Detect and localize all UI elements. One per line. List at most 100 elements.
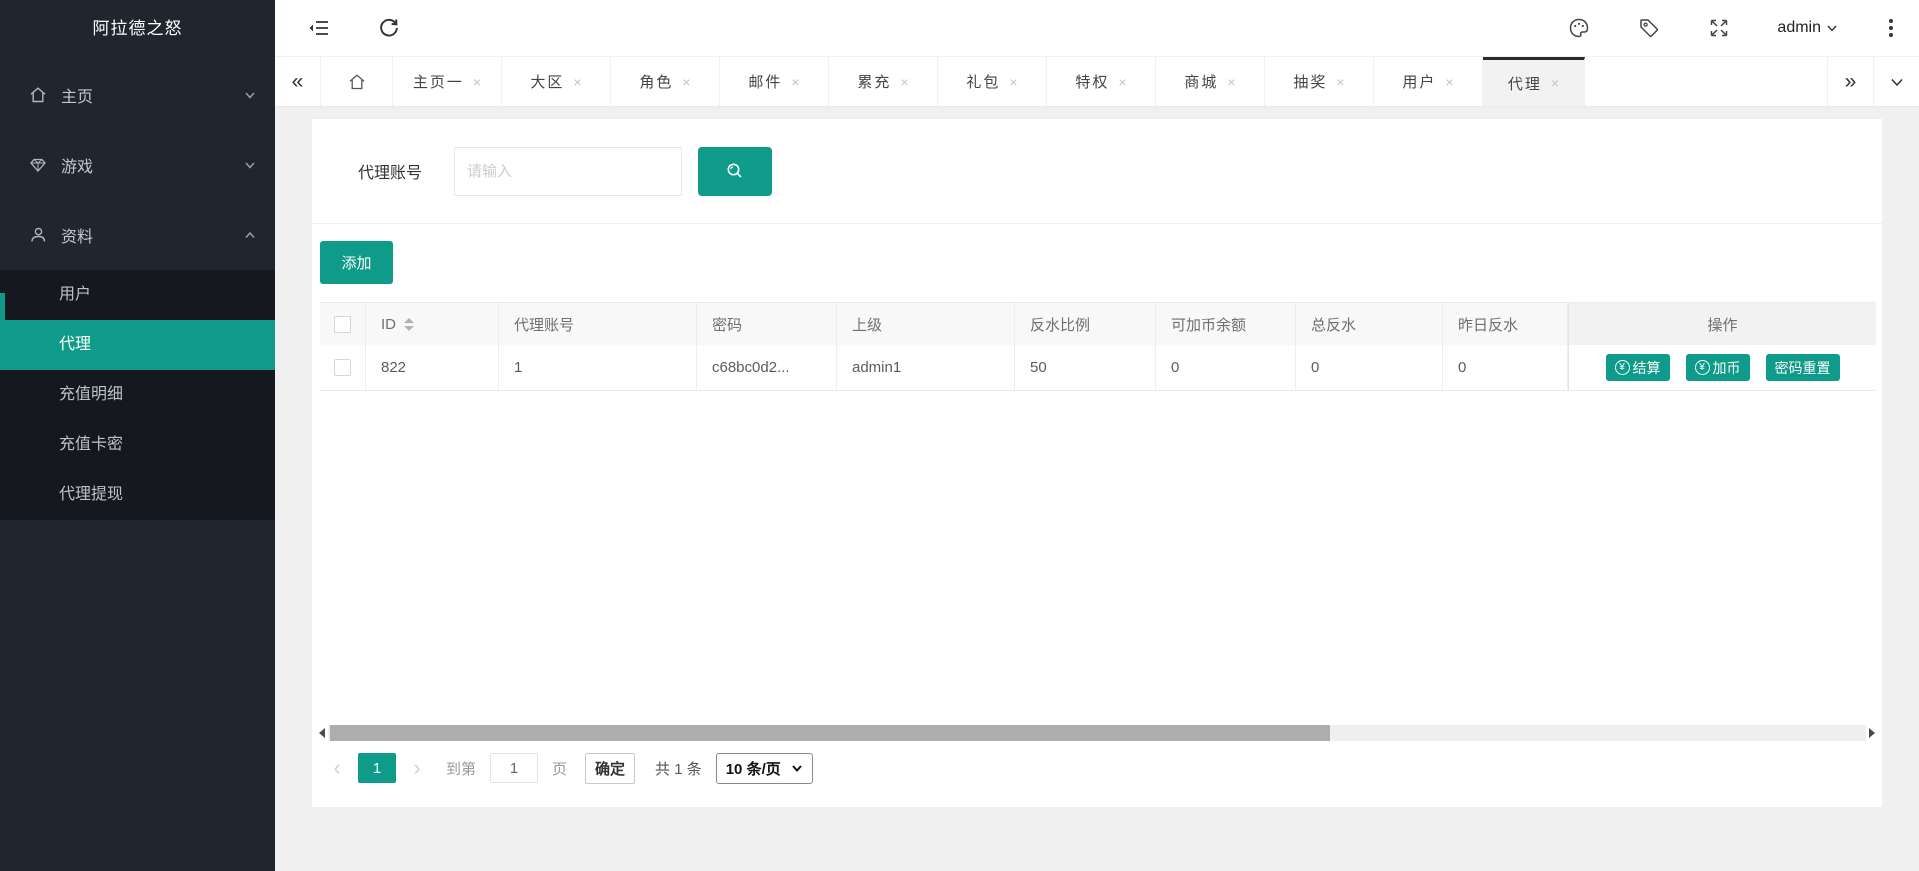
sidebar-item-recharge-card[interactable]: 充值卡密 (0, 420, 275, 470)
tab-home[interactable] (321, 57, 393, 106)
sidebar-item-agent-withdraw[interactable]: 代理提现 (0, 470, 275, 520)
tab-item[interactable]: 累充 × (829, 57, 938, 106)
coin-icon: ¥ (1695, 360, 1710, 375)
confirm-button[interactable]: 确定 (585, 753, 635, 784)
tab-label: 抽奖 (1293, 71, 1327, 92)
tab-item-active[interactable]: 代理 × (1483, 57, 1585, 106)
column-header-id[interactable]: ID (366, 303, 499, 345)
column-header-parent: 上级 (837, 303, 1015, 345)
sidebar-submenu: 用户 代理 充值明细 充值卡密 代理提现 (0, 270, 275, 520)
tabs-collapse-icon[interactable] (1873, 57, 1919, 106)
close-icon[interactable]: × (1118, 74, 1126, 90)
user-menu[interactable]: admin (1777, 19, 1839, 37)
chevron-down-icon (791, 762, 803, 774)
close-icon[interactable]: × (900, 74, 908, 90)
action-label: 密码重置 (1775, 358, 1831, 378)
tab-label: 主页一 (413, 71, 464, 92)
goto-page-input[interactable] (490, 753, 538, 783)
column-label: 密码 (712, 314, 742, 335)
row-checkbox[interactable] (334, 359, 351, 376)
scrollbar-thumb[interactable] (330, 725, 1330, 741)
tag-icon[interactable] (1637, 16, 1661, 40)
close-icon[interactable]: × (1227, 74, 1235, 90)
column-label: 昨日反水 (1458, 314, 1518, 335)
column-header-addable-balance: 可加币余额 (1156, 303, 1296, 345)
close-icon[interactable]: × (1336, 74, 1344, 90)
add-button[interactable]: 添加 (320, 241, 393, 284)
tab-label: 特权 (1075, 71, 1109, 92)
submenu-label: 代理 (59, 336, 91, 353)
column-label: ID (381, 316, 396, 333)
close-icon[interactable]: × (473, 74, 481, 90)
sidebar-item-game[interactable]: 游戏 (0, 130, 275, 200)
chevron-down-icon (243, 88, 257, 102)
tab-label: 礼包 (966, 71, 1000, 92)
sidebar-item-users[interactable]: 用户 (0, 270, 275, 320)
sidebar-scrollbar-thumb[interactable] (0, 293, 5, 329)
close-icon[interactable]: × (1009, 74, 1017, 90)
current-page-button[interactable]: 1 (358, 753, 396, 783)
settle-button[interactable]: ¥ 结算 (1606, 354, 1670, 381)
column-header-actions: 操作 (1568, 303, 1876, 345)
column-header-rebate-ratio: 反水比例 (1015, 303, 1156, 345)
scroll-right-icon[interactable] (1866, 725, 1878, 741)
tabs-scroll-right-icon[interactable]: » (1827, 57, 1873, 106)
scrollbar-track[interactable] (328, 725, 1866, 741)
select-all-checkbox[interactable] (334, 316, 351, 333)
close-icon[interactable]: × (1551, 75, 1559, 91)
chevron-down-icon (1825, 21, 1839, 35)
sort-icon[interactable] (404, 318, 414, 331)
page-size-value: 10 条/页 (726, 758, 781, 779)
close-icon[interactable]: × (1445, 74, 1453, 90)
tab-item[interactable]: 礼包 × (938, 57, 1047, 106)
cell-addable-balance: 0 (1156, 345, 1296, 390)
more-icon[interactable] (1885, 15, 1897, 41)
topbar-left (307, 16, 401, 40)
fullscreen-icon[interactable] (1707, 16, 1731, 40)
palette-icon[interactable] (1567, 16, 1591, 40)
tab-item[interactable]: 特权 × (1047, 57, 1156, 106)
sidebar-item-recharge-detail[interactable]: 充值明细 (0, 370, 275, 420)
close-icon[interactable]: × (791, 74, 799, 90)
page-unit-label: 页 (552, 758, 567, 779)
horizontal-scrollbar (316, 725, 1878, 741)
tab-item[interactable]: 主页一 × (393, 57, 502, 106)
tab-item[interactable]: 邮件 × (720, 57, 829, 106)
tab-label: 角色 (639, 71, 673, 92)
search-button[interactable] (698, 147, 772, 196)
agent-account-input[interactable] (454, 147, 682, 196)
add-coin-button[interactable]: ¥ 加币 (1686, 354, 1750, 381)
column-label: 操作 (1707, 314, 1737, 335)
tab-label: 累充 (857, 71, 891, 92)
content-card: 代理账号 添加 ID 代理账号 密码 (312, 119, 1882, 807)
menu-fold-icon[interactable] (307, 16, 331, 40)
tab-item[interactable]: 商城 × (1156, 57, 1265, 106)
user-icon (28, 225, 48, 245)
home-icon (347, 72, 367, 92)
tab-item[interactable]: 角色 × (611, 57, 720, 106)
cell-id: 822 (366, 345, 499, 390)
tab-item[interactable]: 抽奖 × (1265, 57, 1374, 106)
action-label: 加币 (1713, 358, 1741, 378)
prev-page-icon[interactable]: ‹ (324, 755, 350, 781)
sidebar-item-agent[interactable]: 代理 (0, 320, 275, 370)
table-header-row: ID 代理账号 密码 上级 反水比例 可加币余额 总反水 昨日反水 (320, 303, 1876, 345)
next-page-icon[interactable]: › (404, 755, 430, 781)
cell-account: 1 (499, 345, 697, 390)
tab-item[interactable]: 大区 × (502, 57, 611, 106)
close-icon[interactable]: × (573, 74, 581, 90)
submenu-label: 充值卡密 (59, 436, 123, 453)
tabs-scroll-left-icon[interactable]: « (275, 57, 321, 106)
column-label: 总反水 (1311, 314, 1356, 335)
scroll-left-icon[interactable] (316, 725, 328, 741)
reset-password-button[interactable]: 密码重置 (1766, 354, 1840, 381)
refresh-icon[interactable] (377, 16, 401, 40)
close-icon[interactable]: × (682, 74, 690, 90)
column-label: 上级 (852, 314, 882, 335)
page-size-select[interactable]: 10 条/页 (716, 753, 813, 784)
sidebar-item-home[interactable]: 主页 (0, 60, 275, 130)
column-header-yesterday-rebate: 昨日反水 (1443, 303, 1568, 345)
tab-item[interactable]: 用户 × (1374, 57, 1483, 106)
search-section: 代理账号 (312, 119, 1882, 224)
sidebar-item-data[interactable]: 资料 (0, 200, 275, 270)
